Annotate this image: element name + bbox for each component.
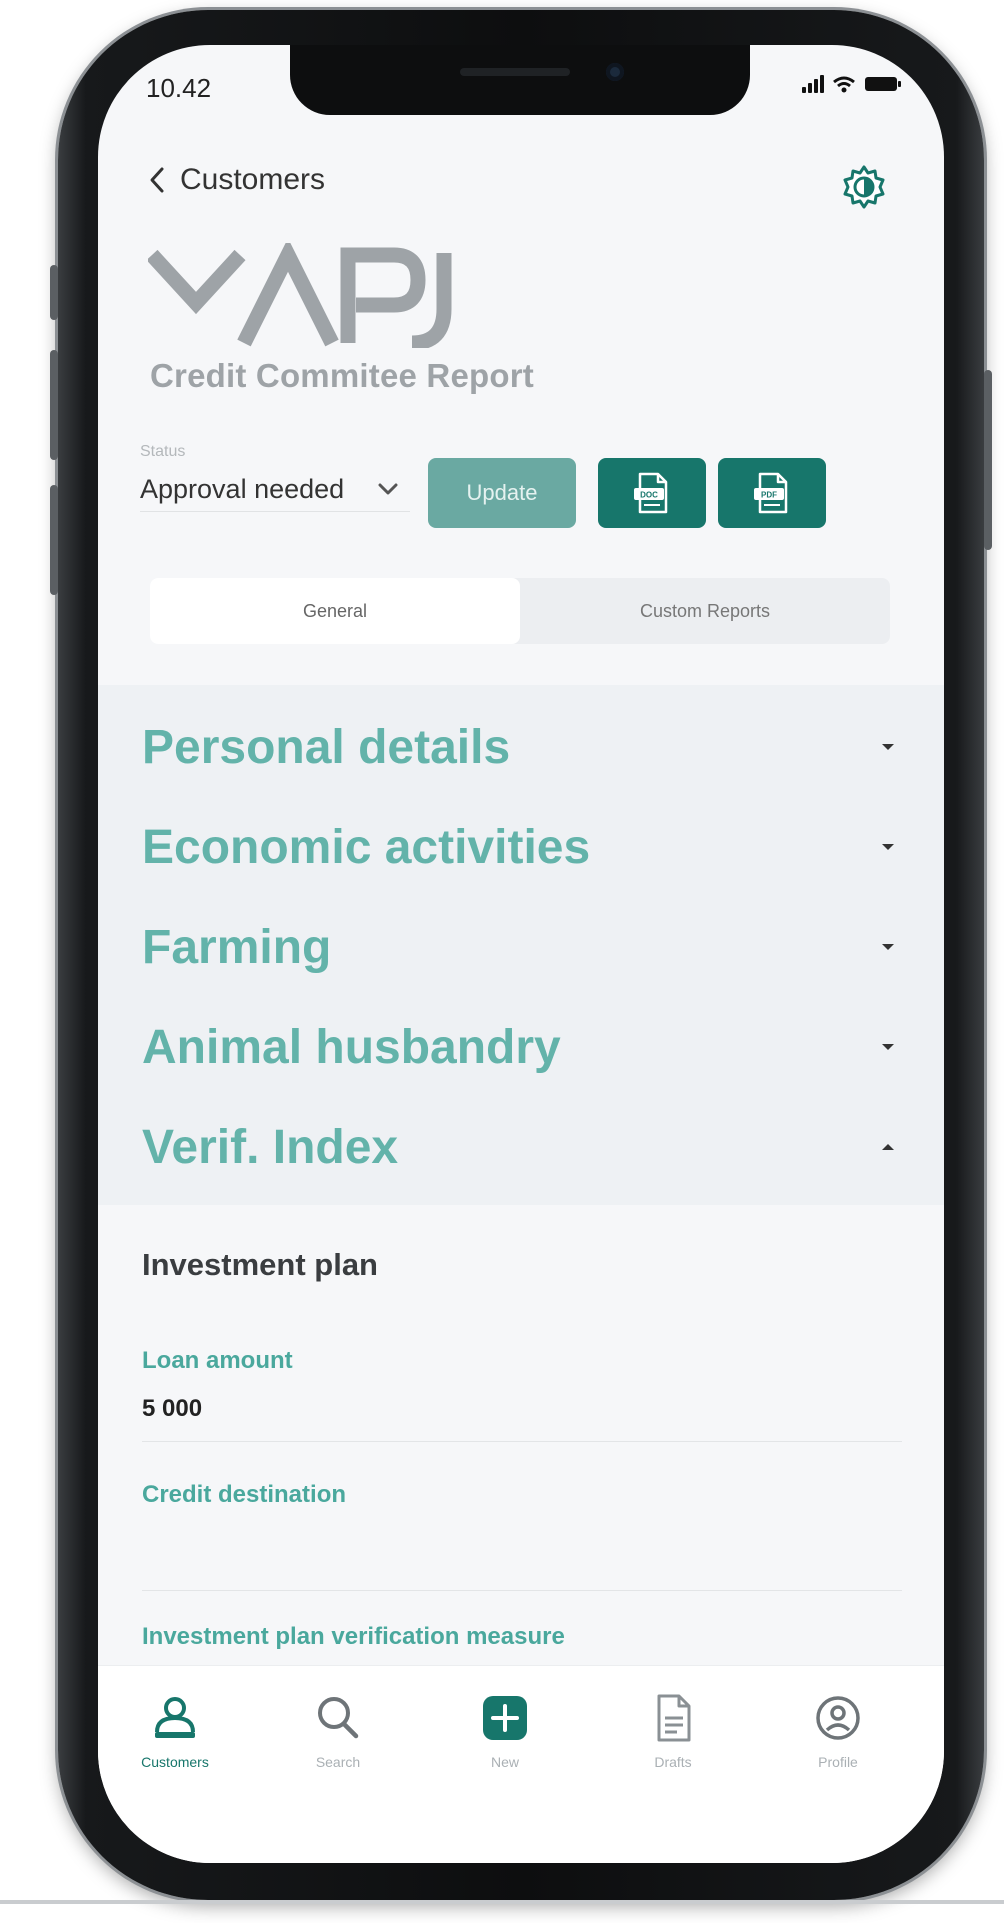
accordion-farming[interactable]: Farming xyxy=(142,901,904,993)
divider xyxy=(142,1441,902,1442)
back-button[interactable]: Customers xyxy=(146,163,325,197)
front-camera xyxy=(606,63,624,81)
nav-label: New xyxy=(490,1754,519,1770)
nav-drafts[interactable]: Drafts xyxy=(608,1690,738,1770)
search-icon xyxy=(318,1697,359,1739)
caret-down-icon xyxy=(882,1044,894,1050)
accordion-personal-details[interactable]: Personal details xyxy=(142,701,904,793)
accordion: Personal details Economic activities Far… xyxy=(98,685,944,1205)
silent-switch xyxy=(50,265,58,320)
status-time: 10.42 xyxy=(146,73,212,103)
back-label: Customers xyxy=(180,163,326,196)
nav-label: Search xyxy=(315,1754,361,1770)
nav-label: Drafts xyxy=(654,1754,692,1770)
plus-icon xyxy=(483,1696,527,1740)
chevron-down-icon xyxy=(378,483,398,495)
accordion-title: Farming xyxy=(142,920,332,974)
customers-icon xyxy=(155,1697,195,1738)
wifi-icon xyxy=(833,76,855,93)
theme-toggle-icon[interactable] xyxy=(840,163,888,211)
accordion-title: Economic activities xyxy=(142,820,591,874)
verification-measure-label: Investment plan verification measure xyxy=(142,1623,565,1650)
docx-file-icon: DOC xyxy=(634,472,668,514)
accordion-title: Verif. Index xyxy=(142,1120,399,1174)
tab-custom-reports[interactable]: Custom Reports xyxy=(520,578,890,644)
tab-bar: General Custom Reports xyxy=(150,578,890,644)
nav-new[interactable]: New xyxy=(440,1690,570,1770)
accordion-economic-activities[interactable]: Economic activities xyxy=(142,801,904,893)
loan-amount-value: 5 000 xyxy=(142,1395,203,1422)
loan-amount-label: Loan amount xyxy=(142,1347,293,1374)
nav-label: Customers xyxy=(141,1754,209,1770)
floor-shadow xyxy=(0,1900,1004,1904)
nav-search[interactable]: Search xyxy=(273,1690,403,1770)
credit-destination-label: Credit destination xyxy=(142,1481,347,1508)
tab-general[interactable]: General xyxy=(150,578,520,644)
accordion-animal-husbandry[interactable]: Animal husbandry xyxy=(142,1001,904,1093)
export-docx-button[interactable]: DOC xyxy=(598,458,706,528)
caret-down-icon xyxy=(882,944,894,950)
power-button xyxy=(984,370,992,550)
caret-down-icon xyxy=(882,744,894,750)
app-screen: 10.42 Customers Credit Commitee Report S… xyxy=(98,45,944,1863)
notch xyxy=(290,45,750,115)
section-title-investment-plan: Investment plan xyxy=(142,1247,378,1282)
profile-icon xyxy=(816,1696,860,1740)
status-select[interactable]: Approval needed xyxy=(140,467,410,512)
caret-up-icon xyxy=(882,1144,894,1150)
nav-label: Profile xyxy=(818,1754,858,1770)
battery-icon xyxy=(865,77,901,91)
yapu-logo xyxy=(148,243,452,348)
nav-profile[interactable]: Profile xyxy=(773,1690,903,1770)
signal-icon xyxy=(802,75,824,93)
update-button[interactable]: Update xyxy=(428,458,576,528)
export-pdf-button[interactable]: PDF xyxy=(718,458,826,528)
svg-text:PDF: PDF xyxy=(761,491,777,500)
divider xyxy=(142,1590,902,1591)
accordion-verif-index[interactable]: Verif. Index xyxy=(142,1101,904,1193)
svg-text:DOC: DOC xyxy=(640,491,658,500)
caret-down-icon xyxy=(882,844,894,850)
status-icons xyxy=(802,75,902,93)
pdf-file-icon: PDF xyxy=(754,472,788,514)
volume-down-button xyxy=(50,485,58,595)
volume-up-button xyxy=(50,350,58,460)
status-value: Approval needed xyxy=(140,473,345,504)
chevron-left-icon xyxy=(150,167,164,193)
page-title: Credit Commitee Report xyxy=(150,357,534,394)
speaker-grille xyxy=(460,68,570,76)
document-icon xyxy=(657,1694,691,1742)
accordion-title: Personal details xyxy=(142,720,511,774)
nav-customers[interactable]: Customers xyxy=(110,1690,240,1770)
bottom-nav: Customers Search New Drafts Profile xyxy=(98,1665,944,1863)
status-label: Status xyxy=(140,443,186,460)
accordion-title: Animal husbandry xyxy=(142,1020,561,1074)
